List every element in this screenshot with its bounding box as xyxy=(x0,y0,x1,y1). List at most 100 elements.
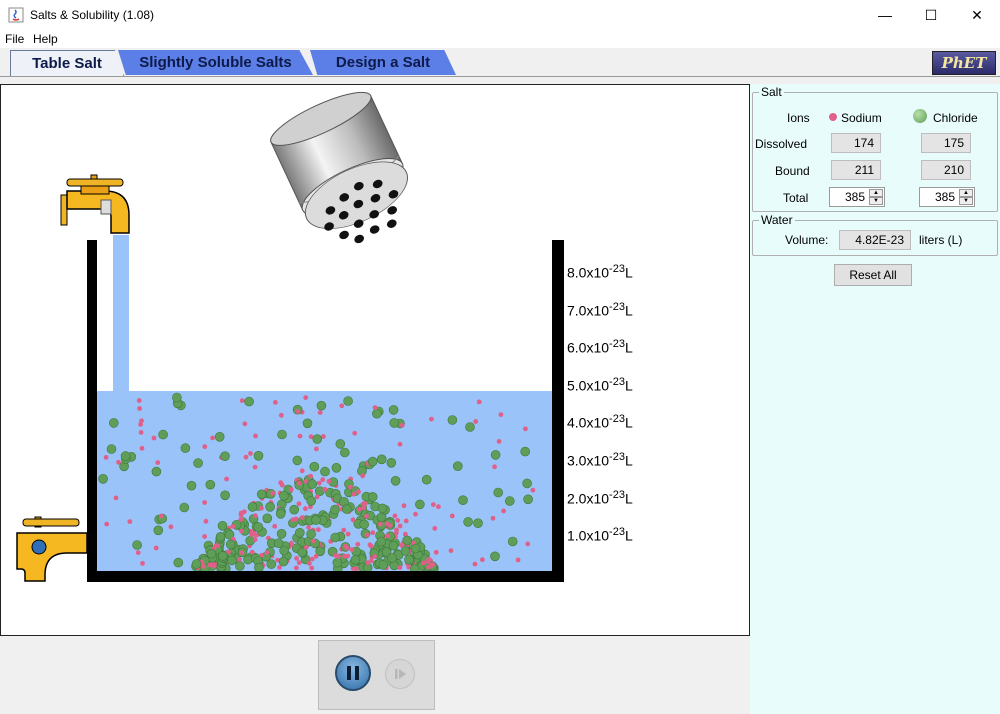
chloride-ion xyxy=(312,434,323,444)
sodium-ion xyxy=(316,480,322,486)
chloride-ion xyxy=(331,462,342,473)
chloride-ion xyxy=(120,451,131,461)
menu-file[interactable]: File xyxy=(5,32,24,46)
sodium-ion xyxy=(392,513,398,519)
sodium-ion xyxy=(116,459,121,465)
chloride-ion xyxy=(306,529,316,539)
close-icon: ✕ xyxy=(971,6,983,23)
sodium-ion xyxy=(349,547,355,553)
chloride-ion xyxy=(367,456,378,467)
water-stream xyxy=(113,235,129,391)
chloride-ion xyxy=(522,478,532,489)
sodium-ion xyxy=(355,541,361,547)
step-button[interactable] xyxy=(385,659,415,689)
sodium-ion xyxy=(356,489,361,495)
drain-handle[interactable] xyxy=(22,518,80,527)
sodium-icon xyxy=(829,113,837,121)
sodium-ion xyxy=(515,557,521,563)
chloride-ion xyxy=(172,392,182,403)
chloride-ion xyxy=(289,504,300,515)
sodium-ion xyxy=(127,519,133,524)
step-icon xyxy=(395,669,406,679)
sodium-total-down-icon[interactable]: ▼ xyxy=(869,197,883,205)
sodium-ion xyxy=(202,444,208,450)
sodium-total-spinner[interactable]: 385 ▲ ▼ xyxy=(829,187,885,207)
sodium-ion xyxy=(296,560,302,566)
chloride-ion xyxy=(404,554,414,565)
volume-unit: liters (L) xyxy=(919,233,963,247)
chloride-ion xyxy=(421,474,432,485)
chloride-ion xyxy=(244,396,254,407)
chloride-ion xyxy=(266,559,277,569)
java-app-icon xyxy=(8,7,24,23)
chloride-ion xyxy=(458,495,468,506)
sodium-ion xyxy=(341,527,347,533)
maximize-icon: ☐ xyxy=(924,6,938,23)
reset-all-button[interactable]: Reset All xyxy=(834,264,912,286)
drain-faucet[interactable] xyxy=(16,516,88,582)
pause-button[interactable] xyxy=(335,655,371,691)
total-label: Total xyxy=(783,191,809,205)
chloride-ion xyxy=(180,443,191,453)
tab-design-a-salt[interactable]: Design a Salt xyxy=(310,50,456,75)
chloride-total-down-icon[interactable]: ▼ xyxy=(959,197,973,205)
chloride-ion xyxy=(132,540,142,550)
sodium-ion xyxy=(432,526,438,531)
sodium-ion xyxy=(136,398,142,403)
chloride-ion xyxy=(387,553,397,563)
chloride-ion xyxy=(311,515,321,525)
chloride-ion xyxy=(279,490,289,501)
sodium-ion xyxy=(401,503,407,509)
chloride-ion xyxy=(106,444,117,454)
sodium-ion xyxy=(310,538,316,544)
chloride-ion xyxy=(447,415,458,425)
chloride-total-spinner[interactable]: 385 ▲ ▼ xyxy=(919,187,975,207)
control-panel: Salt Ions Sodium Chloride Dissolved 174 … xyxy=(750,84,1000,714)
sodium-bound-value: 211 xyxy=(831,160,881,180)
faucet-handle[interactable] xyxy=(66,178,124,187)
sodium-ion xyxy=(316,527,321,533)
sodium-ion xyxy=(299,515,305,520)
menu-help[interactable]: Help xyxy=(33,32,58,46)
sodium-ion xyxy=(294,556,299,561)
chloride-ion xyxy=(262,513,273,524)
sodium-ion xyxy=(361,501,366,506)
water-faucet-top[interactable] xyxy=(60,174,130,234)
sodium-ion xyxy=(317,410,323,415)
sodium-total-up-icon[interactable]: ▲ xyxy=(869,189,883,197)
sodium-ion xyxy=(137,406,143,411)
sodium-ion xyxy=(237,557,243,562)
chloride-ion xyxy=(332,557,343,568)
chloride-ion xyxy=(253,522,264,532)
sodium-ion xyxy=(168,524,174,530)
chloride-ion xyxy=(378,560,389,570)
close-button[interactable]: ✕ xyxy=(954,0,1000,30)
water-group: Water Volume: 4.82E-23 liters (L) xyxy=(752,213,998,256)
sodium-ion xyxy=(138,430,144,435)
salt-group-title: Salt xyxy=(759,85,784,99)
sodium-ion xyxy=(140,561,145,566)
chloride-ion xyxy=(316,400,327,411)
tab-slightly-soluble-salts[interactable]: Slightly Soluble Salts xyxy=(118,50,313,75)
chloride-ion xyxy=(507,536,518,547)
sodium-ion xyxy=(264,550,270,556)
chloride-ion xyxy=(410,543,421,554)
phet-logo[interactable]: PhET xyxy=(932,51,996,75)
minimize-button[interactable]: — xyxy=(862,0,908,30)
tick-label: 3.0x10-23L xyxy=(567,451,633,469)
sodium-ion xyxy=(370,530,376,536)
maximize-button[interactable]: ☐ xyxy=(908,0,954,30)
sodium-ion xyxy=(472,561,478,567)
sodium-ion xyxy=(377,521,383,527)
sodium-ion xyxy=(202,500,208,505)
sodium-ion xyxy=(294,565,299,571)
chloride-ion xyxy=(254,562,264,573)
ions-label: Ions xyxy=(787,111,810,125)
chloride-ion xyxy=(520,446,531,457)
tab-table-salt[interactable]: Table Salt xyxy=(10,50,124,76)
salt-shaker[interactable] xyxy=(265,85,425,259)
sodium-ion xyxy=(308,473,314,479)
sodium-ion xyxy=(345,531,351,537)
chloride-total-up-icon[interactable]: ▲ xyxy=(959,189,973,197)
bound-label: Bound xyxy=(775,164,810,178)
